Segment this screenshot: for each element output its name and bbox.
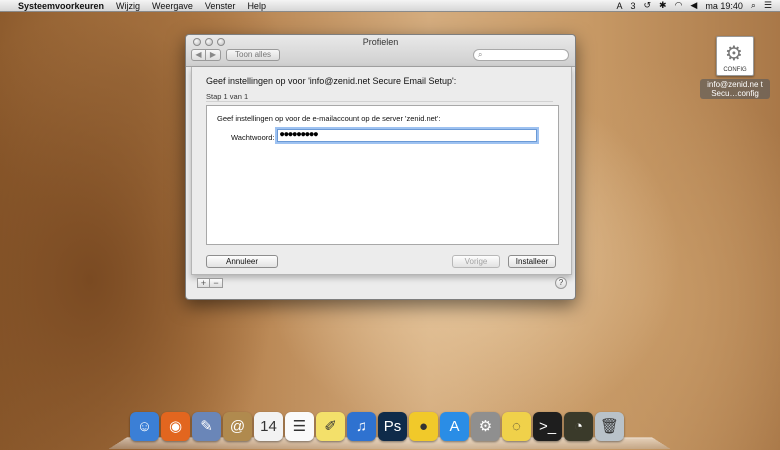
desktop-config-file[interactable]: ⚙ CONFIG info@zenid.ne t Secu…config — [700, 36, 770, 99]
nav-buttons: ◀ ▶ — [191, 49, 221, 61]
finder-icon[interactable]: ☺ — [130, 412, 159, 441]
menu-venster[interactable]: Venster — [205, 1, 236, 11]
install-profile-sheet: Geef instellingen op voor 'info@zenid.ne… — [191, 67, 572, 275]
menu-wijzig[interactable]: Wijzig — [116, 1, 140, 11]
divider — [206, 101, 553, 102]
cancel-button[interactable]: Annuleer — [206, 255, 278, 268]
gear-icon: ⚙ — [725, 43, 743, 65]
reminders-icon[interactable]: ☰ — [285, 412, 314, 441]
dock-icons: ☺ ◉ ✎ @14 ☰ ✐ ♫ Ps ● A ⚙ ◌ >_ ◔ 🗑 — [130, 412, 624, 441]
firefox-icon[interactable]: ◉ — [161, 412, 190, 441]
calendar-icon[interactable]: 14 — [254, 412, 283, 441]
cyberduck-icon[interactable]: ● — [409, 412, 438, 441]
time-machine-icon[interactable]: ↺ — [643, 0, 651, 11]
system-preferences-icon[interactable]: ⚙ — [471, 412, 500, 441]
spotlight-icon[interactable]: ⌕ — [751, 0, 756, 11]
notes-icon[interactable]: ✐ — [316, 412, 345, 441]
dock: ☺ ◉ ✎ @14 ☰ ✐ ♫ Ps ● A ⚙ ◌ >_ ◔ 🗑 — [108, 410, 671, 450]
password-label: Wachtwoord: — [231, 133, 275, 142]
itunes-icon[interactable]: ♫ — [347, 412, 376, 441]
config-document-icon: ⚙ CONFIG — [716, 36, 754, 76]
adobe-count: 3 — [630, 0, 636, 11]
trash-icon[interactable]: 🗑 — [595, 412, 624, 441]
config-tag: CONFIG — [723, 67, 747, 73]
adobe-icon[interactable]: A — [616, 1, 622, 11]
search-icon: ⌕ — [478, 50, 483, 59]
clock[interactable]: ma 19:40 — [705, 1, 743, 11]
previous-button[interactable]: Vorige — [452, 255, 500, 268]
adium-icon[interactable]: ◌ — [502, 412, 531, 441]
help-button[interactable]: ? — [555, 277, 567, 289]
preview-icon[interactable]: ✎ — [192, 412, 221, 441]
sheet-title: Geef instellingen op voor 'info@zenid.ne… — [206, 76, 457, 86]
search-input[interactable]: ⌕ — [473, 49, 569, 61]
bluetooth-icon[interactable]: ✱ — [659, 0, 667, 11]
add-remove-buttons: + − — [197, 278, 223, 288]
password-field[interactable]: ●●●●●●●●● — [277, 129, 537, 142]
notification-center-icon[interactable]: ☰ — [764, 0, 772, 11]
panel-instructions: Geef instellingen op voor de e-mailaccou… — [217, 114, 441, 123]
contacts-icon[interactable]: @ — [223, 412, 252, 441]
remove-profile-button[interactable]: − — [210, 278, 223, 288]
show-all-button[interactable]: Toon alles — [226, 49, 281, 61]
add-profile-button[interactable]: + — [197, 278, 210, 288]
window-titlebar[interactable]: Profielen ◀ ▶ Toon alles ⌕ — [186, 35, 575, 67]
menu-bar: Systeemvoorkeuren Wijzig Weergave Venste… — [0, 0, 780, 12]
terminal-icon[interactable]: >_ — [533, 412, 562, 441]
menu-status-area: A 3 ↺ ✱ ◠ ◀ ma 19:40 ⌕ ☰ — [616, 0, 780, 11]
window-title: Profielen — [362, 37, 399, 47]
forward-button[interactable]: ▶ — [206, 49, 221, 61]
menu-app-name[interactable]: Systeemvoorkeuren — [18, 1, 104, 11]
desktop-file-label: info@zenid.ne t Secu…config — [700, 79, 770, 99]
settings-panel: Geef instellingen op voor de e-mailaccou… — [206, 105, 559, 245]
wifi-icon[interactable]: ◠ — [675, 0, 683, 11]
volume-icon[interactable]: ◀ — [690, 0, 697, 11]
app-store-icon[interactable]: A — [440, 412, 469, 441]
menu-weergave[interactable]: Weergave — [152, 1, 193, 11]
step-indicator: Stap 1 van 1 — [206, 92, 249, 101]
install-button[interactable]: Installeer — [508, 255, 556, 268]
profiles-window: Profielen ◀ ▶ Toon alles ⌕ Geef instelli… — [185, 34, 576, 300]
radar-icon[interactable]: ◔ — [564, 412, 593, 441]
photoshop-icon[interactable]: Ps — [378, 412, 407, 441]
back-button[interactable]: ◀ — [191, 49, 206, 61]
menu-help[interactable]: Help — [247, 1, 266, 11]
